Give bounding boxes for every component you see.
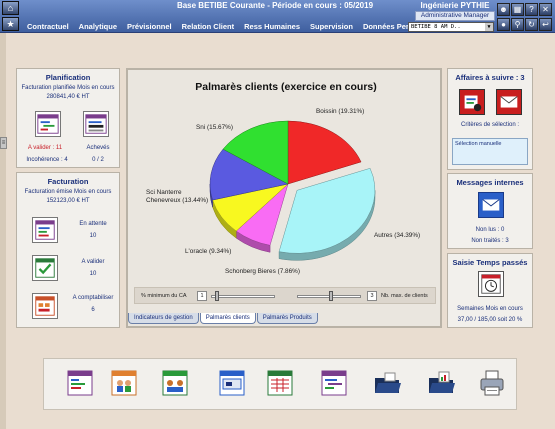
app-title: Base BETIBE Courante - Période en cours …: [176, 1, 374, 10]
bottom-toolbar: [43, 358, 517, 410]
acheves-value: 0 / 2: [92, 157, 104, 163]
close-icon[interactable]: ✕: [539, 3, 552, 16]
min-ca-slider-thumb[interactable]: [215, 291, 219, 301]
criteria-value[interactable]: Sélection manuelle: [455, 141, 501, 147]
affaire-mail-icon[interactable]: [496, 89, 522, 115]
invoice-accounting-icon[interactable]: [32, 293, 58, 319]
planification-amount: 280841,40 € HT: [46, 94, 90, 100]
facturation-item-value: 6: [91, 307, 95, 313]
min-ca-value[interactable]: 1: [197, 291, 207, 301]
chart-tabs: Indicateurs de gestion Palmarès clients …: [128, 313, 319, 324]
facturation-item-value: 10: [89, 233, 97, 239]
chart-controls: % minimum du CA 1 3 Nb. max. de clients: [134, 287, 436, 304]
acheves-label: Achevés: [86, 145, 110, 151]
chart-panel: Palmarès clients (exercice en cours) Boi…: [126, 68, 442, 328]
pie-slice-label: Sni (15.67%): [196, 124, 233, 131]
home-icon[interactable]: ⌂: [2, 1, 19, 15]
menu-supervision[interactable]: Supervision: [305, 20, 358, 33]
facturation-title: Facturation: [47, 177, 89, 186]
facturation-amount: 152123,00 € HT: [46, 198, 90, 204]
top-bar: ⌂ ★ Base BETIBE Courante - Période en co…: [0, 0, 555, 33]
messages-title: Messages internes: [456, 178, 524, 187]
calendar-icon[interactable]: ▦: [511, 3, 524, 16]
user-select[interactable]: BETIBE 8 AM D.. ▼: [408, 22, 494, 32]
invoice-icon[interactable]: [218, 369, 246, 397]
facturation-item-value: 10: [89, 271, 97, 277]
saisie-title: Saisie Temps passés: [452, 258, 528, 267]
max-clients-slider-thumb[interactable]: [329, 291, 333, 301]
team-icon[interactable]: [161, 369, 189, 397]
mail-icon[interactable]: [478, 192, 504, 218]
menu-ress-humaines[interactable]: Ress Humaines: [239, 20, 305, 33]
facturation-item-label: En attente: [79, 221, 107, 227]
planification-panel: Planification Facturation planifiée Mois…: [16, 68, 120, 168]
folder-open-icon[interactable]: [373, 369, 401, 397]
saisie-line1: Semaines Mois en cours: [457, 306, 523, 312]
pie-slice-label: Sci Nanterre Chenevreux (13.44%): [146, 189, 208, 204]
menu-analytique[interactable]: Analytique: [74, 20, 122, 33]
pie-slice-label: L'oracle (9.34%): [185, 248, 231, 255]
back-icon[interactable]: ↩: [539, 18, 552, 31]
planning-done-icon[interactable]: [83, 111, 109, 137]
tab-indicateurs[interactable]: Indicateurs de gestion: [128, 313, 199, 324]
menu-contractuel[interactable]: Contractuel: [22, 20, 74, 33]
left-edge: [0, 33, 6, 429]
max-clients-label: Nb. max. de clients: [381, 293, 428, 299]
messages-untreated: Non traités : 3: [471, 238, 509, 244]
affaire-alert-icon[interactable]: [459, 89, 485, 115]
pie-slice-label: Autres (34.39%): [374, 232, 420, 239]
criteria-label: Critères de sélection :: [460, 122, 520, 128]
user-role: Administrative Manager: [415, 11, 495, 21]
globe-icon[interactable]: ●: [497, 18, 510, 31]
user-icon[interactable]: ☻: [497, 3, 510, 16]
pie-slice-label: Schonberg Bieres (7.86%): [225, 268, 300, 275]
planification-title: Planification: [45, 73, 91, 82]
pie-slice-label: Boissin (19.31%): [316, 108, 364, 115]
saisie-line2: 37,00 / 185,00 soit 20 %: [457, 317, 523, 323]
saisie-panel: Saisie Temps passés Semaines Mois en cou…: [447, 253, 533, 328]
criteria-list[interactable]: Sélection manuelle: [452, 138, 528, 165]
printer-icon[interactable]: [478, 369, 506, 397]
invoice-pending-icon[interactable]: [32, 217, 58, 243]
user-select-value: BETIBE 8 AM D..: [411, 24, 461, 30]
max-clients-value[interactable]: 3: [367, 291, 377, 301]
tab-palmares-produits[interactable]: Palmarès Produits: [256, 313, 318, 324]
search-icon[interactable]: ⚲: [511, 18, 524, 31]
collapse-handle[interactable]: ≡: [0, 137, 7, 149]
report-icon[interactable]: [66, 369, 94, 397]
facturation-subtitle: Facturation émise Mois en cours: [24, 189, 112, 195]
pie-chart: Boissin (19.31%) Autres (34.39%) Schonberg…: [146, 108, 420, 275]
tab-palmares-clients[interactable]: Palmarès clients: [199, 313, 256, 324]
planification-subtitle: Facturation planifiée Mois en cours: [21, 85, 115, 91]
refresh-icon[interactable]: ↻: [525, 18, 538, 31]
company-name: Ingénierie PYTHIE: [420, 1, 490, 10]
menu-relation-client[interactable]: Relation Client: [177, 20, 240, 33]
help-icon[interactable]: ?: [525, 3, 538, 16]
a-valider-count[interactable]: A valider : 11: [25, 145, 65, 151]
spreadsheet-icon[interactable]: [266, 369, 294, 397]
chevron-down-icon[interactable]: ▼: [485, 23, 493, 31]
people-icon[interactable]: [110, 369, 138, 397]
messages-panel: Messages internes Non lus : 0 Non traité…: [447, 173, 533, 249]
planning-validate-icon[interactable]: [35, 111, 61, 137]
facturation-panel: Facturation Facturation émise Mois en co…: [16, 172, 120, 328]
facturation-item-label: A comptabiliser: [72, 295, 114, 301]
menu-previsionnel[interactable]: Prévisionnel: [122, 20, 177, 33]
invoice-validate-icon[interactable]: [32, 255, 58, 281]
min-ca-slider[interactable]: [211, 295, 275, 298]
star-icon[interactable]: ★: [2, 17, 19, 31]
main-menu: Contractuel Analytique Prévisionnel Rela…: [22, 20, 423, 33]
timesheet-icon[interactable]: [478, 271, 504, 297]
affaires-panel: Affaires à suivre : 3 Critères de sélect…: [447, 68, 533, 170]
facturation-item-label: A valider: [81, 259, 105, 265]
folder-chart-icon[interactable]: [427, 369, 455, 397]
messages-unread: Non lus : 0: [475, 227, 505, 233]
min-ca-label: % minimum du CA: [141, 293, 187, 299]
tasks-icon[interactable]: [320, 369, 348, 397]
affaires-title: Affaires à suivre : 3: [455, 73, 525, 82]
incoherence-count[interactable]: Incohérence : 4: [25, 157, 69, 163]
